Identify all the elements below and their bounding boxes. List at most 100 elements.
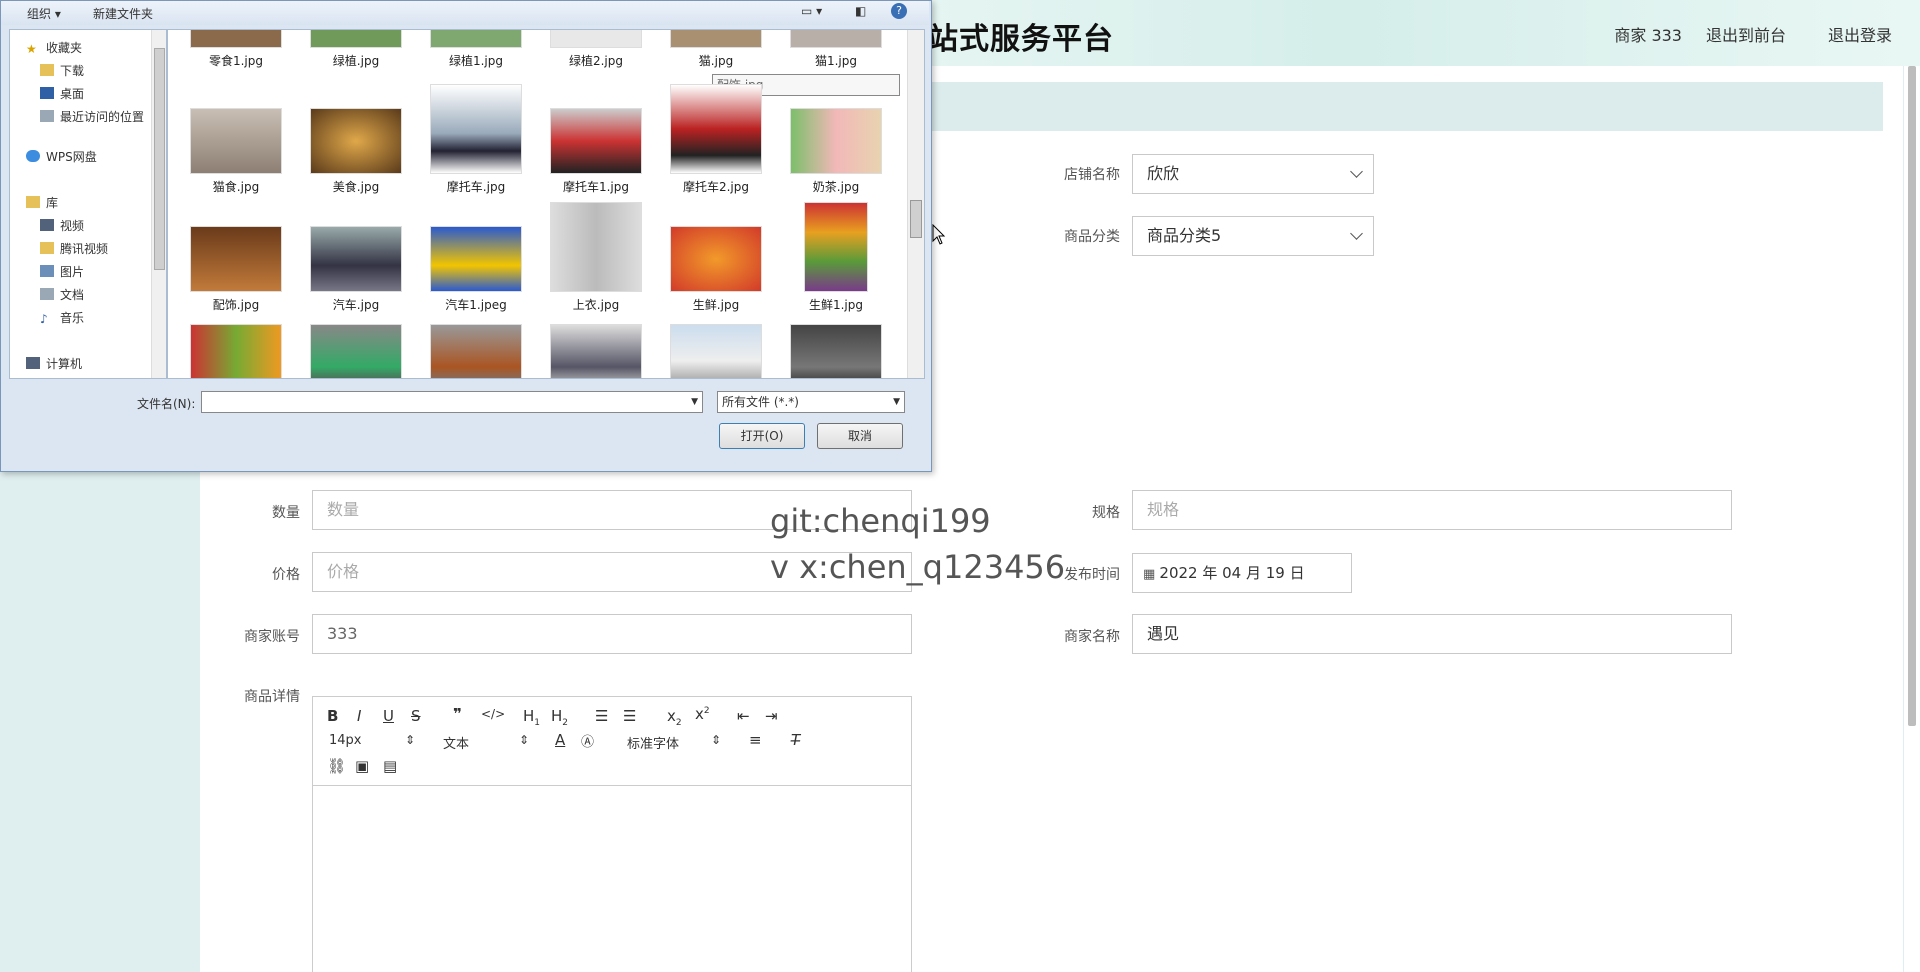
merchant-input[interactable]: 遇见 xyxy=(1132,614,1732,654)
nav-documents[interactable]: 文档 xyxy=(40,285,84,305)
file-item[interactable]: 摩托车1.jpg xyxy=(541,108,651,195)
link-icon[interactable]: ⛓ xyxy=(327,757,346,775)
nav-music[interactable]: ♪ 音乐 xyxy=(40,308,84,328)
watermark-line1: git:chenqi199 xyxy=(770,502,991,540)
nav-wps[interactable]: WPS网盘 xyxy=(26,147,97,167)
logout-link[interactable]: 退出登录 xyxy=(1828,22,1892,46)
category-select[interactable]: 商品分类5 xyxy=(1132,216,1374,256)
filename-input[interactable]: ▼ xyxy=(201,391,703,413)
file-item[interactable]: 生鲜.jpg xyxy=(661,226,771,313)
nav-desktop[interactable]: 桌面 xyxy=(40,84,84,104)
watermark-line2: v x:chen_q123456 xyxy=(770,548,1066,586)
mouse-cursor-icon xyxy=(932,224,946,245)
date-input[interactable]: ▦ 2022 年 04 月 19 日 xyxy=(1132,553,1352,593)
file-item[interactable] xyxy=(301,324,411,378)
file-item[interactable]: 奶茶.jpg xyxy=(781,108,891,195)
strike-icon[interactable]: S xyxy=(411,707,421,725)
font-size-select[interactable]: 14px xyxy=(329,733,362,748)
nav-tencent-video[interactable]: 腾讯视频 xyxy=(40,239,108,259)
format-select[interactable]: 文本 xyxy=(443,733,469,752)
file-item[interactable]: 猫食.jpg xyxy=(181,108,291,195)
file-item[interactable]: 绿植.jpg xyxy=(301,30,411,69)
category-value: 商品分类5 xyxy=(1147,226,1222,245)
new-folder-button[interactable]: 新建文件夹 xyxy=(93,5,153,22)
underline-icon[interactable]: U xyxy=(383,707,394,725)
nav-pictures[interactable]: 图片 xyxy=(40,262,84,282)
file-item[interactable]: 配饰.jpg xyxy=(181,226,291,313)
preview-pane-icon[interactable]: ◧ xyxy=(855,4,866,18)
category-label: 商品分类 xyxy=(1064,229,1120,245)
chevron-down-icon xyxy=(1350,165,1363,178)
nav-pane: ★ 收藏夹 下载 桌面 最近访问的位置 WPS网盘 库 视频 腾讯视频 图片 文档… xyxy=(9,29,167,379)
nav-video[interactable]: 视频 xyxy=(40,216,84,236)
file-item[interactable]: 猫.jpg xyxy=(661,30,771,69)
file-item[interactable]: 零食1.jpg xyxy=(181,30,291,69)
bold-icon[interactable]: B xyxy=(327,707,338,725)
cancel-button[interactable]: 取消 xyxy=(817,423,903,449)
italic-icon[interactable]: I xyxy=(357,707,361,725)
merchant-label: 商家名称 xyxy=(1064,629,1120,645)
outdent-icon[interactable]: ⇤ xyxy=(737,707,750,725)
superscript-icon[interactable]: x2 xyxy=(695,705,710,723)
nav-computer[interactable]: 计算机 xyxy=(26,354,82,374)
quote-icon[interactable]: ❞ xyxy=(453,705,462,723)
nav-scrollbar[interactable] xyxy=(151,30,166,378)
file-item[interactable]: 绿植1.jpg xyxy=(421,30,531,69)
font-color-icon[interactable]: A xyxy=(555,731,565,749)
code-icon[interactable]: </> xyxy=(481,707,505,721)
file-item[interactable]: 汽车1.jpeg xyxy=(421,226,531,313)
site-title: 站式服务平台 xyxy=(928,22,1114,57)
font-family-select[interactable]: 标准字体 xyxy=(627,733,679,752)
h1-icon[interactable]: H1 xyxy=(523,707,540,728)
open-button[interactable]: 打开(O) xyxy=(719,423,805,449)
chevron-updown-icon: ⇕ xyxy=(519,733,530,747)
nav-library[interactable]: 库 xyxy=(26,193,58,213)
organize-button[interactable]: 组织 ▾ xyxy=(27,5,61,22)
bullet-list-icon[interactable]: ☰ xyxy=(623,707,636,725)
spec-input[interactable]: 规格 xyxy=(1132,490,1732,530)
help-icon[interactable]: ? xyxy=(891,3,907,19)
h2-icon[interactable]: H2 xyxy=(551,707,568,728)
file-item[interactable]: 生鲜1.jpg xyxy=(781,202,891,313)
file-item[interactable] xyxy=(421,324,531,378)
front-link[interactable]: 退出到前台 xyxy=(1706,22,1786,46)
shop-name-select[interactable]: 欣欣 xyxy=(1132,154,1374,194)
file-item[interactable] xyxy=(181,324,291,378)
nav-recent[interactable]: 最近访问的位置 xyxy=(40,107,144,127)
file-item[interactable]: 猫1.jpg xyxy=(781,30,891,69)
quantity-label: 数量 xyxy=(272,505,300,521)
dialog-toolbar: 组织 ▾ 新建文件夹 ▭ ▾ ◧ ? xyxy=(1,1,929,25)
file-item[interactable]: 绿植2.jpg xyxy=(541,30,651,69)
subscript-icon[interactable]: x2 xyxy=(667,707,682,728)
view-icon[interactable]: ▭ ▾ xyxy=(801,4,822,18)
file-type-select[interactable]: 所有文件 (*.*) ▼ xyxy=(717,391,905,413)
account-input[interactable]: 333 xyxy=(312,614,912,654)
page-scrollbar[interactable] xyxy=(1904,66,1920,972)
chevron-down-icon[interactable]: ▼ xyxy=(691,392,698,412)
file-item[interactable]: 美食.jpg xyxy=(301,108,411,195)
indent-icon[interactable]: ⇥ xyxy=(765,707,778,725)
file-item[interactable]: 摩托车2.jpg xyxy=(661,84,771,195)
detail-label: 商品详情 xyxy=(244,689,300,705)
file-item[interactable] xyxy=(661,324,771,378)
video-icon[interactable]: ▤ xyxy=(383,757,397,775)
filename-label: 文件名(N): xyxy=(137,397,196,411)
file-item[interactable]: 上衣.jpg xyxy=(541,202,651,313)
background-color-icon[interactable]: Ⓐ xyxy=(581,731,594,750)
file-item[interactable]: 汽车.jpg xyxy=(301,226,411,313)
file-list-scrollbar[interactable] xyxy=(907,30,924,378)
image-icon[interactable]: ▣ xyxy=(355,757,369,775)
ordered-list-icon[interactable]: ☰ xyxy=(595,707,608,725)
user-label: 商家 333 xyxy=(1614,26,1682,45)
clear-format-icon[interactable]: T̶ xyxy=(791,731,800,749)
nav-downloads[interactable]: 下载 xyxy=(40,61,84,81)
shop-name-label: 店铺名称 xyxy=(1064,167,1120,183)
file-list: 零食1.jpg 绿植.jpg 绿植1.jpg 绿植2.jpg 猫.jpg 猫1.… xyxy=(167,29,925,379)
file-item[interactable] xyxy=(541,324,651,378)
rich-text-editor[interactable]: B I U S ❞ </> H1 H2 ☰ ☰ x2 x2 ⇤ ⇥ 14px ⇕… xyxy=(312,696,912,972)
price-label: 价格 xyxy=(272,567,300,583)
align-icon[interactable]: ≡ xyxy=(749,731,762,749)
nav-favorites[interactable]: ★ 收藏夹 xyxy=(26,38,82,58)
file-item[interactable] xyxy=(781,324,891,378)
file-item[interactable]: 摩托车.jpg xyxy=(421,84,531,195)
